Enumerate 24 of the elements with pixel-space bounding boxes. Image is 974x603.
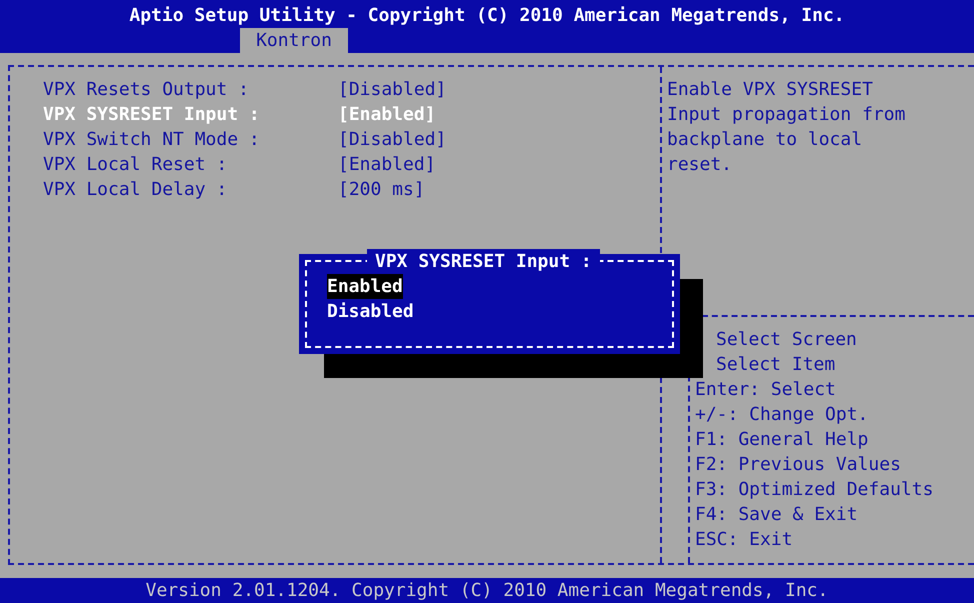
setting-label[interactable]: VPX Resets Output : <box>43 77 338 102</box>
setting-label[interactable]: VPX Local Delay : <box>43 177 338 202</box>
key-help-text: +/-: Change Opt. <box>695 404 868 425</box>
setting-value[interactable]: [200 ms] <box>338 177 425 202</box>
setting-label[interactable]: VPX Local Reset : <box>43 152 338 177</box>
key-help-text: F4: Save & Exit <box>695 504 858 525</box>
tab[interactable]: Kontron <box>240 28 348 53</box>
popup-title: VPX SYSRESET Input : <box>367 249 600 274</box>
status-bar: Version 2.01.1204. Copyright (C) 2010 American Megatrends, Inc. <box>0 578 974 603</box>
key-help-text: Enter: Select <box>695 379 836 400</box>
key-help-text: Select Item <box>716 354 836 375</box>
setting-label[interactable]: VPX Switch NT Mode : <box>43 127 338 152</box>
key-help-text: ESC: Exit <box>695 529 793 550</box>
help-text: Enable VPX SYSRESET Input propagation from backplane to local reset. <box>667 78 906 177</box>
key-help-text: Select Screen <box>716 329 857 350</box>
setting-value[interactable]: [Disabled] <box>338 127 446 152</box>
setting-value[interactable]: [Enabled] <box>338 152 436 177</box>
popup-option[interactable]: Enabled <box>327 274 403 299</box>
key-help-text: F1: General Help <box>695 429 868 450</box>
window-title: Aptio Setup Utility - Copyright (C) 2010 American Megatrends, Inc. <box>128 4 846 28</box>
key-help-text: F3: Optimized Defaults <box>695 479 934 500</box>
key-help-text: F2: Previous Values <box>695 454 901 475</box>
setting-value[interactable]: [Disabled] <box>338 77 446 102</box>
popup-option[interactable]: Disabled <box>327 299 414 324</box>
